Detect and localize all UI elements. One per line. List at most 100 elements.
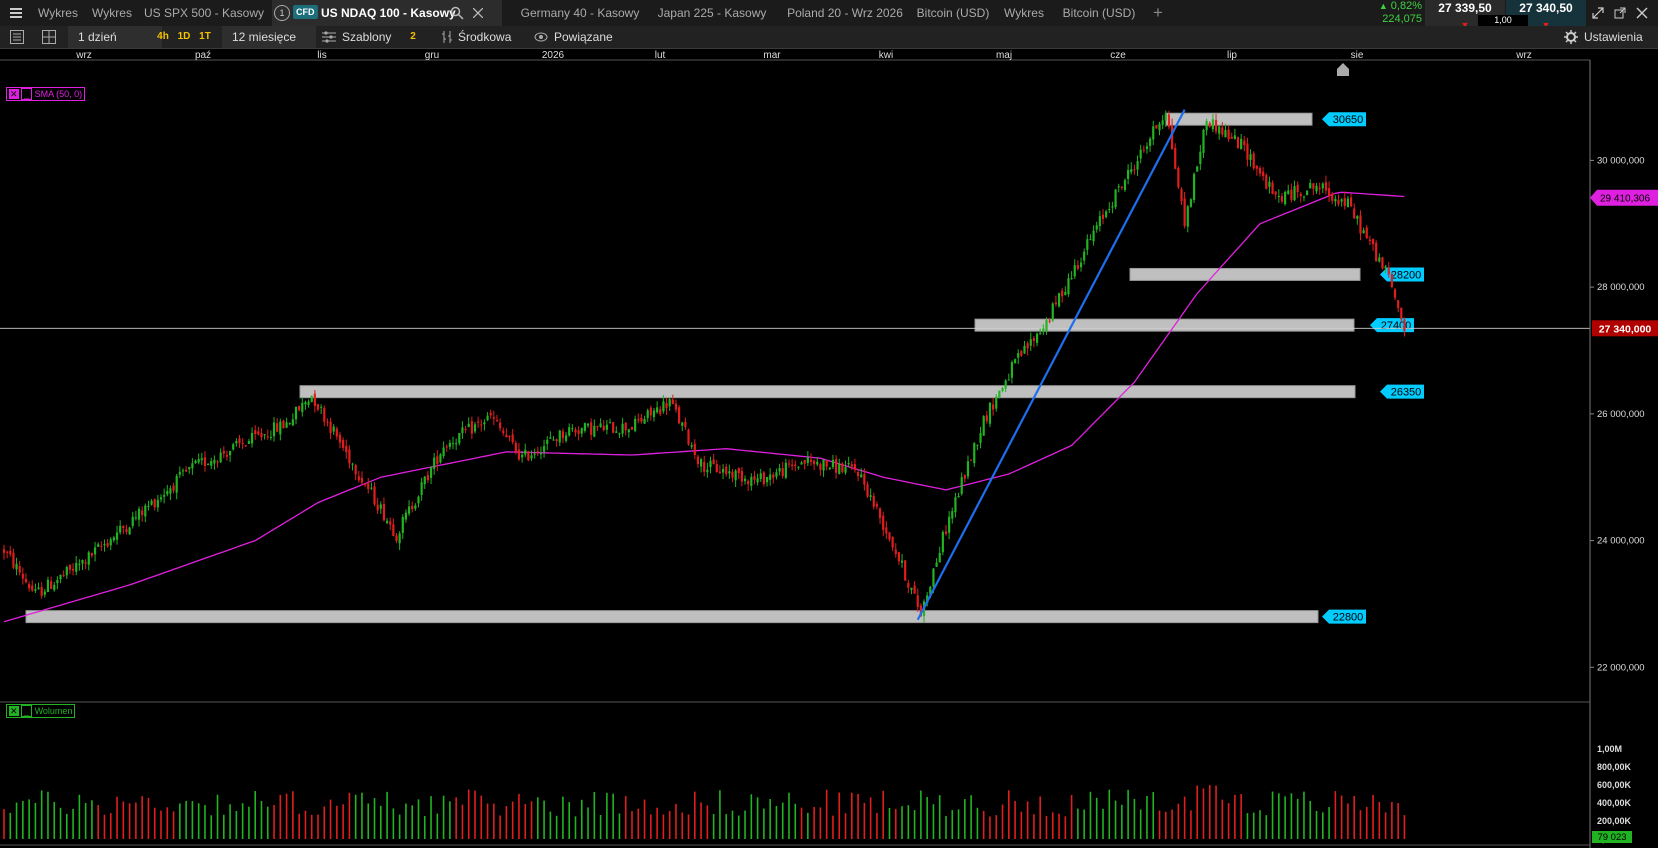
candle-body [765, 477, 769, 483]
candle-body [856, 472, 860, 477]
level-zone[interactable] [1129, 267, 1361, 281]
sma-legend[interactable]: ✕ _ SMA (50, 0) [6, 87, 86, 101]
price-mode-icon [442, 31, 452, 43]
candle[interactable] [527, 450, 530, 462]
remove-volume-icon[interactable]: ✕ [9, 706, 19, 716]
candle-body [630, 427, 634, 430]
tab-japan-225[interactable]: Japan 225 - Kasowy [656, 0, 768, 26]
volume-legend[interactable]: ✕ _ Wolumen [6, 704, 76, 718]
candle-body [1108, 208, 1111, 210]
tab-bitcoin-1[interactable]: Bitcoin (USD) [912, 0, 994, 26]
candle[interactable] [1265, 173, 1268, 190]
candle[interactable] [310, 395, 313, 403]
tab-wykres-3[interactable]: Wykres [998, 0, 1050, 26]
candle-body [1083, 251, 1086, 261]
candle-body [373, 486, 376, 505]
candle[interactable] [1057, 292, 1061, 308]
candle[interactable] [1306, 190, 1309, 196]
candle-body [228, 451, 232, 456]
candle[interactable] [1400, 307, 1403, 322]
candle[interactable] [1375, 240, 1378, 262]
close-window-icon[interactable] [1636, 7, 1648, 19]
tab-germany-40[interactable]: Germany 40 - Kasowy [520, 0, 640, 26]
candle-body [866, 484, 869, 497]
candle[interactable] [941, 530, 944, 556]
candle[interactable] [1236, 136, 1240, 149]
candle-body [627, 429, 630, 433]
candle-body [1390, 274, 1393, 288]
candle-body [1133, 169, 1136, 171]
interval-1d-button[interactable]: 1D [175, 26, 193, 48]
candle-body [360, 478, 364, 483]
candle[interactable] [904, 559, 907, 581]
candle[interactable] [1390, 272, 1393, 289]
tab-wykres-1[interactable]: Wykres [32, 0, 84, 26]
candle-body [756, 478, 759, 483]
level-zone[interactable] [1165, 112, 1313, 126]
candle[interactable] [1155, 125, 1158, 129]
candle[interactable] [687, 428, 690, 446]
candle[interactable] [1284, 190, 1287, 206]
candle-body [916, 595, 919, 607]
tab-us-ndaq-100[interactable]: 1 CFD US NDAQ 100 - Kasowy [272, 0, 502, 26]
price-mode-select[interactable]: Środkowa [458, 26, 528, 48]
candle[interactable] [678, 405, 681, 425]
candle[interactable] [282, 419, 285, 429]
remove-sma-icon[interactable]: ✕ [9, 89, 19, 99]
candle-body [813, 460, 816, 465]
tab-poland-20[interactable]: Poland 20 - Wrz 2026 [782, 0, 908, 26]
chart-svg[interactable]: wrz paź lis gru 2026 lut mar kwi maj cze lip sie wrz… [0, 49, 1658, 848]
menu-icon[interactable] [10, 7, 22, 19]
close-icon[interactable] [473, 8, 483, 18]
expand-icon[interactable] [1592, 7, 1604, 19]
popout-icon[interactable] [1614, 7, 1626, 19]
candle-body [1177, 168, 1180, 188]
candle-body [938, 552, 941, 563]
candle[interactable] [982, 415, 985, 436]
candle[interactable] [612, 421, 615, 434]
tab-wykres-2[interactable]: Wykres [86, 0, 138, 26]
candle-body [681, 422, 684, 426]
candle-body [907, 582, 910, 588]
candle-body [1139, 149, 1142, 159]
settings-button[interactable]: Ustawienia [1584, 26, 1654, 48]
tab-us-spx-500[interactable]: US SPX 500 - Kasowy [140, 0, 268, 26]
candle[interactable] [1177, 166, 1180, 189]
candle-body [571, 428, 574, 430]
add-tab-button[interactable]: + [1148, 0, 1168, 26]
templates-button[interactable]: Szablony [342, 26, 404, 48]
candle[interactable] [988, 402, 992, 428]
interval-1t-button[interactable]: 1T [196, 26, 214, 48]
price-axis[interactable] [1590, 60, 1658, 848]
candle[interactable] [841, 462, 844, 474]
candle[interactable] [1252, 151, 1255, 171]
candle[interactable] [1189, 198, 1193, 208]
candle[interactable] [1051, 302, 1054, 322]
minimize-sma-icon[interactable]: _ [21, 88, 33, 100]
candle[interactable] [1123, 178, 1127, 192]
range-select[interactable]: 12 miesięce [222, 26, 316, 48]
candle-body [1258, 168, 1262, 174]
related-button[interactable]: Powiązane [554, 26, 634, 48]
level-zone[interactable] [25, 610, 1319, 624]
minimize-volume-icon[interactable]: _ [21, 705, 33, 717]
candle[interactable] [1114, 189, 1117, 210]
candle-body [100, 545, 103, 547]
level-zone[interactable] [974, 318, 1355, 332]
chart-area[interactable]: wrz paź lis gru 2026 lut mar kwi maj cze lip sie wrz… [0, 49, 1658, 848]
candle[interactable] [1196, 165, 1199, 172]
volume-axis-label: 200,00K [1597, 816, 1632, 826]
tab-bitcoin-2[interactable]: Bitcoin (USD) [1054, 0, 1144, 26]
candle[interactable] [1192, 172, 1196, 204]
interval-select[interactable]: 1 dzień [68, 26, 162, 48]
search-icon[interactable] [450, 6, 464, 20]
candle[interactable] [128, 526, 131, 536]
gear-icon[interactable] [1564, 30, 1578, 44]
interval-4h-button[interactable]: 4h [154, 26, 172, 48]
level-zone[interactable] [299, 385, 1356, 399]
candle[interactable] [1381, 256, 1384, 270]
candle[interactable] [439, 453, 442, 464]
layout-icon[interactable] [42, 30, 56, 44]
list-icon[interactable] [10, 30, 24, 44]
candle-body [1004, 380, 1007, 389]
